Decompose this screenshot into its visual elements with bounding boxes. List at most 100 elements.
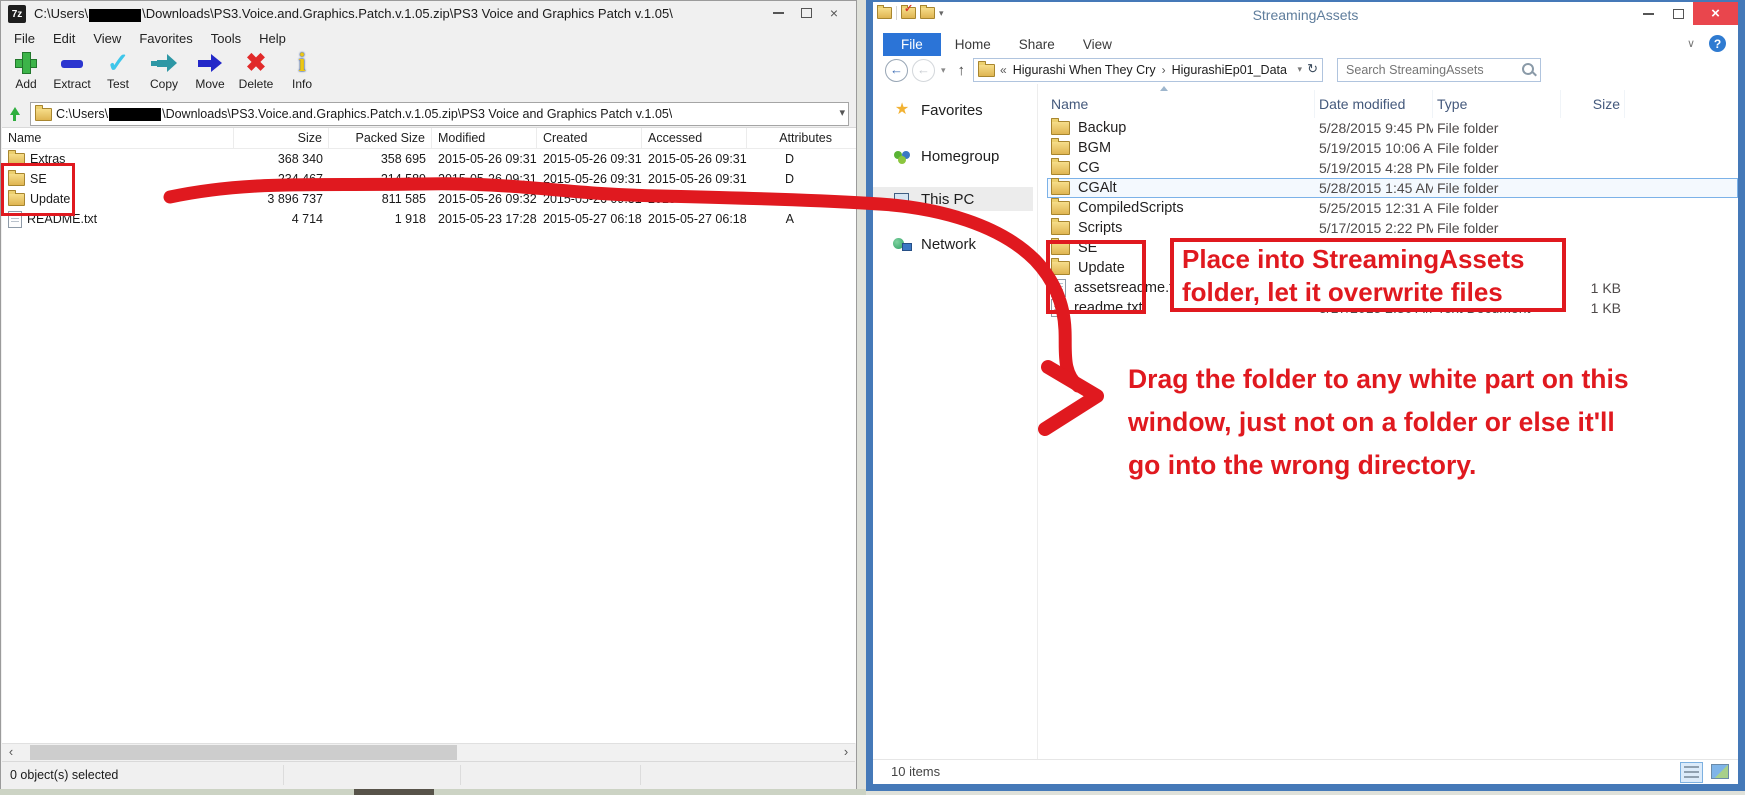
minimize-button[interactable] — [1633, 2, 1663, 25]
sort-ascending-icon — [1160, 86, 1168, 91]
file-name-cell: Extras — [2, 149, 234, 169]
file-name: Backup — [1078, 120, 1126, 136]
explorer-address-bar: ← ← ▾ ↑ «Higurashi When They Cry›Higuras… — [873, 56, 1738, 85]
menu-item-help[interactable]: Help — [250, 31, 295, 46]
folder-icon — [1051, 201, 1070, 215]
column-header-name[interactable]: Name — [1047, 90, 1315, 118]
file-row-scripts[interactable]: Scripts5/17/2015 2:22 PMFile folder — [1047, 218, 1738, 238]
maximize-button[interactable] — [1663, 2, 1693, 25]
file-row-readme-txt[interactable]: README.txt4 7141 9182015-05-23 17:282015… — [2, 209, 856, 229]
date-modified-cell: 5/19/2015 10:06 AM — [1315, 138, 1433, 158]
file-row-update[interactable]: Update3 896 737811 5852015-05-26 09:3220… — [2, 189, 856, 209]
column-header-type[interactable]: Type — [1433, 90, 1561, 118]
file-row-bgm[interactable]: BGM5/19/2015 10:06 AMFile folder — [1047, 138, 1738, 158]
root-folder-icon[interactable] — [7, 106, 23, 122]
horizontal-scrollbar[interactable]: ‹ › — [2, 743, 855, 761]
file-row-compiledscripts[interactable]: CompiledScripts5/25/2015 12:31 AMFile fo… — [1047, 198, 1738, 218]
add-icon — [11, 50, 41, 76]
toolbar-button-info[interactable]: iInfo — [279, 49, 325, 92]
copy-icon — [149, 50, 179, 76]
net-icon — [893, 236, 911, 252]
tab-view[interactable]: View — [1069, 33, 1126, 56]
search-box — [1337, 58, 1541, 82]
menu-item-file[interactable]: File — [5, 31, 44, 46]
column-header-size[interactable]: Size — [234, 128, 329, 148]
explorer-titlebar[interactable]: ✓ ▾ StreamingAssets × — [873, 2, 1738, 30]
chevron-down-icon[interactable]: ▾ — [839, 106, 845, 119]
sidebar-item-this-pc[interactable]: This PC — [873, 187, 1033, 211]
toolbar-label: Extract — [53, 77, 91, 91]
folder-icon — [1051, 241, 1070, 255]
recent-locations-icon[interactable]: ▾ — [941, 65, 946, 76]
search-icon[interactable] — [1522, 63, 1534, 75]
packed-size-cell: 811 585 — [329, 189, 432, 209]
menu-item-view[interactable]: View — [84, 31, 130, 46]
breadcrumb-segment-higurashiep01-data[interactable]: HigurashiEp01_Data — [1172, 63, 1287, 77]
file-row-cgalt[interactable]: CGAlt5/28/2015 1:45 AMFile folder — [1047, 178, 1738, 198]
date-modified-cell: 5/19/2015 4:28 PM — [1315, 158, 1433, 178]
column-header-created[interactable]: Created — [537, 128, 642, 148]
toolbar-button-test[interactable]: ✓Test — [95, 49, 141, 92]
sidebar-item-favorites[interactable]: ★Favorites — [873, 98, 1033, 122]
close-button[interactable]: × — [1693, 2, 1738, 25]
menu-item-favorites[interactable]: Favorites — [130, 31, 201, 46]
column-header-modified[interactable]: Modified — [432, 128, 537, 148]
file-name-cell: README.txt — [2, 209, 234, 229]
forward-button[interactable]: ← — [912, 59, 935, 82]
file-row-cg[interactable]: CG5/19/2015 4:28 PMFile folder — [1047, 158, 1738, 178]
column-header-date-modified[interactable]: Date modified — [1315, 90, 1433, 118]
file-row-backup[interactable]: Backup5/28/2015 9:45 PMFile folder — [1047, 118, 1738, 138]
up-button[interactable]: ↑ — [958, 62, 966, 79]
collapse-ribbon-icon[interactable]: ∨ — [1687, 37, 1695, 50]
sidebar-item-homegroup[interactable]: Homegroup — [873, 144, 1033, 168]
address-combobox[interactable]: C:\Users\\Downloads\PS3.Voice.and.Graphi… — [30, 102, 849, 126]
refresh-icon[interactable]: ↻ — [1307, 61, 1318, 77]
maximize-button[interactable] — [792, 3, 820, 23]
file-icon — [1051, 279, 1066, 297]
address-dropdown-icon[interactable]: ▾ — [1298, 64, 1303, 75]
created-cell: 2015-05-27 06:18 — [537, 209, 642, 229]
menu-item-tools[interactable]: Tools — [202, 31, 250, 46]
accessed-cell: 2015-05-26 09:31 — [642, 149, 747, 169]
column-header-attributes[interactable]: Attributes — [747, 128, 856, 148]
toolbar-button-add[interactable]: Add — [3, 49, 49, 92]
7zip-window: 7z C:\Users\\Downloads\PS3.Voice.and.Gra… — [0, 0, 857, 790]
scroll-left-icon[interactable]: ‹ — [4, 745, 18, 760]
type-cell: File folder — [1433, 198, 1561, 218]
file-row-se[interactable]: SE234 467214 5892015-05-26 09:312015-05-… — [2, 169, 856, 189]
breadcrumb[interactable]: «Higurashi When They Cry›HigurashiEp01_D… — [973, 58, 1323, 82]
scrollbar-thumb[interactable] — [30, 745, 457, 760]
tab-home[interactable]: Home — [941, 33, 1005, 56]
menu-item-edit[interactable]: Edit — [44, 31, 84, 46]
scroll-right-icon[interactable]: › — [839, 745, 853, 760]
column-header-accessed[interactable]: Accessed — [642, 128, 747, 148]
toolbar-button-copy[interactable]: Copy — [141, 49, 187, 92]
minimize-button[interactable] — [764, 3, 792, 23]
toolbar-button-move[interactable]: Move — [187, 49, 233, 92]
column-header-size[interactable]: Size — [1561, 90, 1625, 118]
file-name-cell: CGAlt — [1047, 178, 1315, 198]
help-icon[interactable]: ? — [1709, 35, 1726, 52]
tab-share[interactable]: Share — [1005, 33, 1069, 56]
toolbar-button-delete[interactable]: ✖Delete — [233, 49, 279, 92]
back-button[interactable]: ← — [885, 59, 908, 82]
breadcrumb-segment-higurashi-when-they-cry[interactable]: Higurashi When They Cry — [1013, 63, 1156, 77]
thumbnails-view-button[interactable] — [1709, 762, 1730, 781]
details-view-button[interactable] — [1680, 762, 1703, 783]
close-button[interactable]: × — [820, 3, 848, 23]
breadcrumb-home-icon: « — [1000, 63, 1007, 77]
file-row-extras[interactable]: Extras368 340358 6952015-05-26 09:312015… — [2, 149, 856, 169]
folder-icon — [1051, 181, 1070, 195]
column-header-packed-size[interactable]: Packed Size — [329, 128, 432, 148]
tab-file[interactable]: File — [883, 33, 941, 56]
folder-icon — [1051, 221, 1070, 235]
column-header-name[interactable]: Name — [2, 128, 234, 148]
attributes-cell: A — [747, 209, 856, 229]
explorer-column-headers: NameDate modifiedTypeSize — [1047, 90, 1738, 118]
toolbar-button-extract[interactable]: Extract — [49, 49, 95, 92]
7zip-app-icon: 7z — [8, 5, 26, 23]
sidebar-item-label: Favorites — [921, 102, 983, 119]
7zip-titlebar[interactable]: 7z C:\Users\\Downloads\PS3.Voice.and.Gra… — [1, 1, 856, 27]
sidebar-item-network[interactable]: Network — [873, 232, 1033, 256]
search-input[interactable] — [1344, 60, 1518, 80]
